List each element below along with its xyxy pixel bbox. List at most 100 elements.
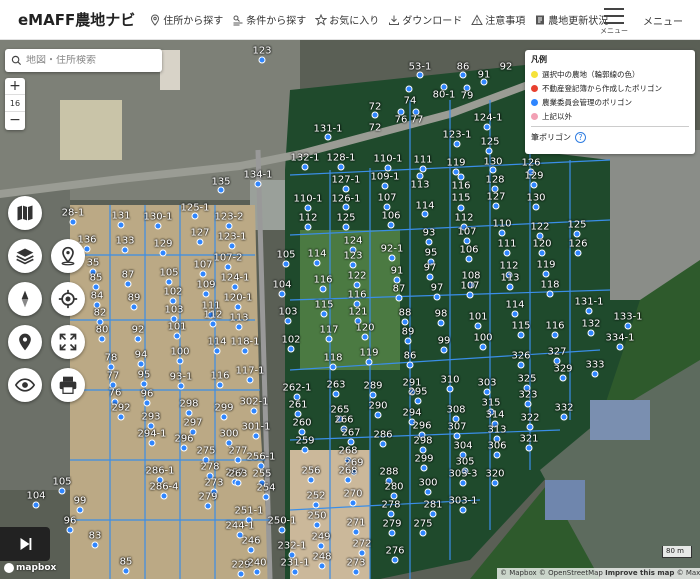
parcel-label[interactable]: 115 [451, 193, 470, 204]
parcel-pin[interactable] [459, 71, 467, 79]
map-search-input[interactable] [26, 55, 156, 66]
parcel-label[interactable]: 120 [355, 323, 374, 334]
parcel-pin[interactable] [282, 260, 290, 268]
parcel-label[interactable]: 300 [219, 429, 238, 440]
parcel-label[interactable]: 125-1 [180, 203, 209, 214]
parcel-pin[interactable] [216, 381, 224, 389]
parcel-label[interactable]: 268 [338, 446, 357, 457]
parcel-label[interactable]: 84 [91, 291, 104, 302]
parcel-pin[interactable] [254, 180, 262, 188]
parcel-label[interactable]: 105 [276, 250, 295, 261]
parcel-pin[interactable] [209, 320, 217, 328]
print-button[interactable] [51, 368, 85, 402]
parcel-label[interactable]: 115 [511, 321, 530, 332]
parcel-label[interactable]: 277 [228, 446, 247, 457]
parcel-pin[interactable] [154, 222, 162, 230]
parcel-label[interactable]: 80 [96, 325, 109, 336]
parcel-pin[interactable] [433, 293, 441, 301]
parcel-pin[interactable] [457, 173, 465, 181]
parcel-pin[interactable] [325, 335, 333, 343]
parcel-pin[interactable] [388, 254, 396, 262]
parcel-label[interactable]: 97 [424, 263, 437, 274]
parcel-label[interactable]: 296 [174, 434, 193, 445]
parcel-pin[interactable] [616, 343, 624, 351]
parcel-label[interactable]: 303-1 [448, 496, 477, 507]
parcel-label[interactable]: 128-1 [326, 153, 355, 164]
nav-download[interactable]: ダウンロード [388, 12, 462, 27]
parcel-label[interactable]: 101 [167, 322, 186, 333]
parcel-pin[interactable] [574, 249, 582, 257]
parcel-pin[interactable] [524, 400, 532, 408]
parcel-pin[interactable] [395, 294, 403, 302]
parcel-pin[interactable] [324, 133, 332, 141]
parcel-pin[interactable] [234, 456, 242, 464]
parcel-pin[interactable] [390, 492, 398, 500]
parcel-pin[interactable] [479, 343, 487, 351]
parcel-label[interactable]: 130 [483, 157, 502, 168]
parcel-pin[interactable] [196, 238, 204, 246]
parcel-label[interactable]: 92-1 [381, 244, 404, 255]
parcel-label[interactable]: 286-4 [149, 482, 178, 493]
parcel-pin[interactable] [424, 488, 432, 496]
parcel-pin[interactable] [492, 202, 500, 210]
parcel-pin[interactable] [387, 221, 395, 229]
parcel-label[interactable]: 125 [480, 137, 499, 148]
parcel-pin[interactable] [220, 413, 228, 421]
parcel-label[interactable]: 107 [460, 281, 479, 292]
parcel-pin[interactable] [298, 428, 306, 436]
parcel-pin[interactable] [241, 347, 249, 355]
parcel-pin[interactable] [393, 276, 401, 284]
parcel-pin[interactable] [165, 278, 173, 286]
parcel-pin[interactable] [406, 361, 414, 369]
parcel-pin[interactable] [421, 210, 429, 218]
parcel-label[interactable]: 96 [64, 516, 77, 527]
parcel-pin[interactable] [551, 331, 559, 339]
parcel-label[interactable]: 314 [485, 410, 504, 421]
parcel-label[interactable]: 334-1 [605, 333, 634, 344]
parcel-pin[interactable] [542, 270, 550, 278]
parcel-label[interactable]: 113 [229, 313, 248, 324]
parcel-label[interactable]: 231-1 [280, 558, 309, 569]
parcel-pin[interactable] [204, 502, 212, 510]
parcel-label[interactable]: 116 [210, 371, 229, 382]
parcel-pin[interactable] [419, 529, 427, 537]
zoom-in-button[interactable]: + [9, 78, 21, 94]
parcel-pin[interactable] [419, 446, 427, 454]
parcel-label[interactable]: 77 [411, 115, 424, 126]
parcel-pin[interactable] [342, 203, 350, 211]
parcel-pin[interactable] [202, 290, 210, 298]
parcel-pin[interactable] [329, 363, 337, 371]
parcel-pin[interactable] [342, 223, 350, 231]
parcel-pin[interactable] [347, 438, 355, 446]
compass-button[interactable] [8, 282, 42, 316]
parcel-label[interactable]: 105 [159, 268, 178, 279]
parcel-pin[interactable] [420, 464, 428, 472]
parcel-label[interactable]: 327 [547, 347, 566, 358]
parcel-label[interactable]: 325 [517, 374, 536, 385]
parcel-label[interactable]: 130-1 [143, 212, 172, 223]
parcel-pin[interactable] [337, 163, 345, 171]
parcel-pin[interactable] [573, 230, 581, 238]
parcel-label[interactable]: 28-1 [62, 208, 85, 219]
parcel-pin[interactable] [425, 238, 433, 246]
parcel-label[interactable]: 260 [292, 418, 311, 429]
parcel-label[interactable]: 135 [211, 177, 230, 188]
parcel-label[interactable]: 278 [381, 500, 400, 511]
marker-pin-button[interactable] [8, 325, 42, 359]
parcel-label[interactable]: 112 [499, 261, 518, 272]
parcel-label[interactable]: 128 [485, 175, 504, 186]
parcel-pin[interactable] [361, 333, 369, 341]
parcel-label[interactable]: 103 [278, 307, 297, 318]
parcel-label[interactable]: 118 [540, 280, 559, 291]
parcel-label[interactable]: 96 [141, 389, 154, 400]
parcel-label[interactable]: 130 [526, 193, 545, 204]
attrib-maxar[interactable]: © Maxar [677, 569, 700, 577]
parcel-label[interactable]: 76 [395, 115, 408, 126]
parcel-label[interactable]: 95 [425, 248, 438, 259]
parcel-label[interactable]: 267 [341, 428, 360, 439]
parcel-label[interactable]: 117 [319, 325, 338, 336]
parcel-label[interactable]: 106 [381, 211, 400, 222]
parcel-label[interactable]: 97 [431, 283, 444, 294]
map-search-box[interactable] [5, 49, 162, 72]
parcel-label[interactable]: 286 [373, 430, 392, 441]
